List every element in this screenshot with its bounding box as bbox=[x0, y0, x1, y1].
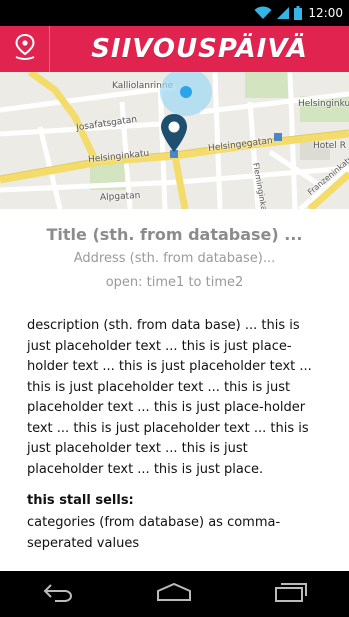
signal-icon bbox=[276, 6, 290, 20]
back-icon bbox=[41, 582, 75, 607]
stall-address: Address (sth. from database)... bbox=[73, 251, 276, 266]
stall-opening-hours: open: time1 to time2 bbox=[105, 275, 244, 290]
back-button[interactable] bbox=[28, 574, 88, 614]
app-title: SIIVOUSPÄIVÄ bbox=[91, 34, 308, 64]
battery-icon bbox=[294, 6, 303, 20]
stall-categories: categories (from database) as comma-sepe… bbox=[27, 515, 281, 551]
status-bar: 12:00 bbox=[0, 0, 349, 26]
stall-sells-heading: this stall sells: bbox=[27, 493, 134, 508]
location-button[interactable] bbox=[0, 26, 50, 72]
stall-description: description (sth. from data base) ... th… bbox=[27, 318, 312, 477]
wifi-icon bbox=[254, 6, 272, 20]
home-button[interactable] bbox=[144, 574, 204, 614]
system-nav-bar bbox=[0, 571, 349, 617]
app-header: SIIVOUSPÄIVÄ bbox=[0, 26, 349, 72]
clock: 12:00 bbox=[308, 6, 343, 20]
map-label-helsinginku: Helsinginku bbox=[298, 99, 349, 109]
stall-details: Title (sth. from database) ... Address (… bbox=[0, 209, 349, 571]
location-pin-icon bbox=[14, 33, 36, 65]
stall-title: Title (sth. from database) ... bbox=[46, 225, 303, 244]
recent-apps-button[interactable] bbox=[261, 574, 321, 614]
map-view[interactable]: Kalliolanrinne Josafatsgatan Helsinginka… bbox=[0, 72, 349, 209]
recent-apps-icon bbox=[274, 582, 308, 607]
map-label-hotel: Hotel R bbox=[313, 141, 346, 151]
map-label-alpgatan: Alpgatan bbox=[99, 190, 141, 204]
home-icon bbox=[156, 582, 192, 607]
